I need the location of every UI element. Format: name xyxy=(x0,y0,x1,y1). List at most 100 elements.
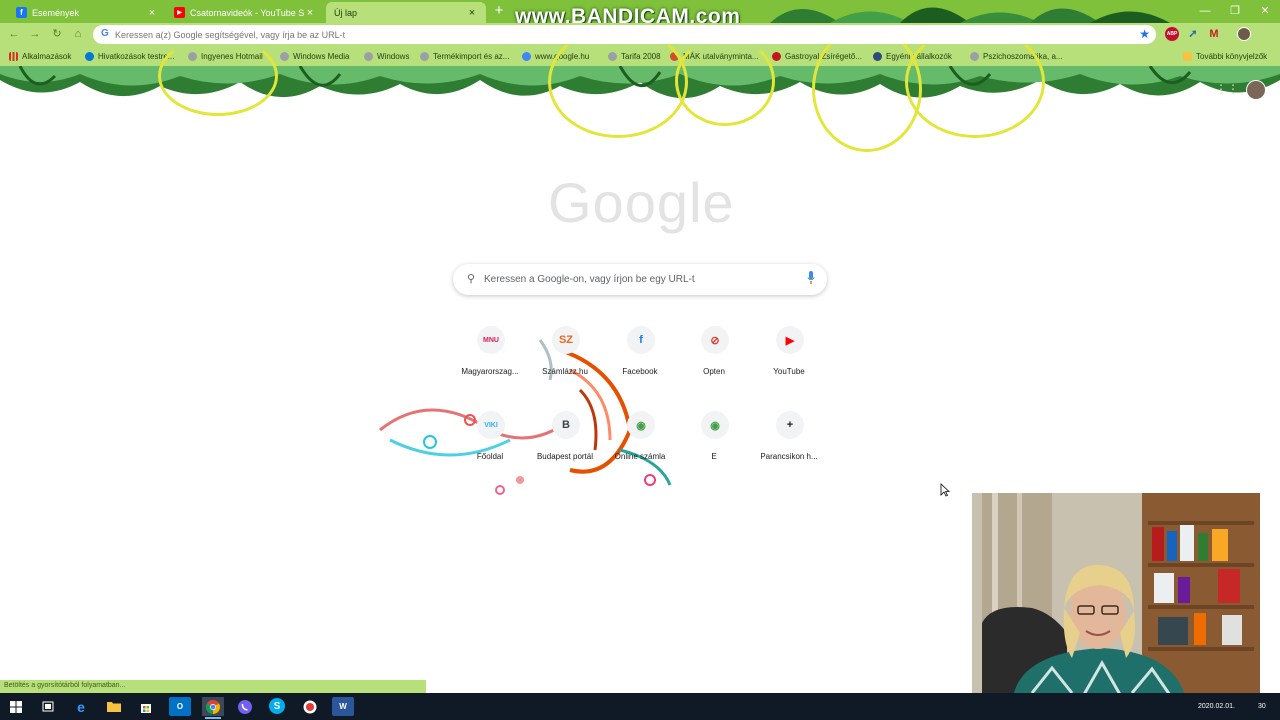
close-window-button[interactable]: ✕ xyxy=(1250,2,1280,20)
gmail-icon[interactable]: M xyxy=(1207,27,1221,41)
youtube-icon: ▶ xyxy=(174,7,185,18)
bookmark-favicon-icon xyxy=(522,51,531,61)
shortcut-tile[interactable]: VIKI Főoldal xyxy=(453,411,527,477)
facebook-icon: f xyxy=(627,326,655,354)
bookmark-star-icon[interactable]: ★ xyxy=(1139,27,1150,41)
shortcut-tile[interactable]: B Budapest portál xyxy=(528,411,602,477)
bookmark-item[interactable]: Windows Media xyxy=(280,49,349,63)
chrome-icon[interactable] xyxy=(202,697,224,719)
taskbar-clock-time[interactable]: 30 xyxy=(1258,703,1266,710)
close-icon[interactable]: × xyxy=(304,7,316,19)
add-shortcut-icon: + xyxy=(776,411,804,439)
profile-avatar-icon[interactable] xyxy=(1237,27,1251,41)
tab-title: Események xyxy=(32,7,80,18)
shortcut-tile[interactable]: ⊘ Opten xyxy=(677,326,751,392)
tab-title: Új lap xyxy=(334,7,358,18)
taskbar-clock-date[interactable]: 2020.02.01. xyxy=(1198,703,1235,710)
bookmark-favicon-icon xyxy=(772,51,781,61)
e-icon: ◉ xyxy=(701,411,729,439)
adblock-icon[interactable]: ABP xyxy=(1165,27,1179,41)
bookmark-label: Windows xyxy=(377,51,410,61)
skype-icon[interactable]: S xyxy=(269,698,285,714)
shortcut-tile[interactable]: + Parancsikon h... xyxy=(752,411,826,477)
bookmark-item[interactable]: Termékimport és az... xyxy=(420,49,509,63)
shortcut-label: Főoldal xyxy=(476,452,504,461)
forward-arrow-icon[interactable]: → xyxy=(26,26,44,43)
leaf-decoration xyxy=(770,7,1170,23)
apps-grid-icon[interactable]: ⋮⋮ xyxy=(1215,82,1239,96)
restore-button[interactable]: ❐ xyxy=(1220,2,1250,20)
decor-ring xyxy=(158,36,278,116)
home-icon[interactable]: ⌂ xyxy=(69,26,87,43)
theme-leaf-banner: ⋮⋮ xyxy=(0,26,1280,152)
account-avatar[interactable] xyxy=(1246,80,1266,100)
bookmark-label: Alkalmazások xyxy=(22,51,72,61)
folder-icon xyxy=(1183,51,1192,61)
viber-icon[interactable] xyxy=(234,697,256,716)
reload-icon[interactable]: ↻ xyxy=(48,26,66,43)
shortcut-tile[interactable]: ◉ Online számla xyxy=(603,411,677,477)
shortcut-tile[interactable]: MNU Magyarorszag... xyxy=(453,326,527,392)
mnu-icon: MNU xyxy=(477,326,505,354)
file-explorer-icon[interactable] xyxy=(103,697,125,716)
close-icon[interactable]: × xyxy=(146,7,158,19)
bookmark-favicon-icon xyxy=(85,51,94,61)
facebook-icon: f xyxy=(16,7,27,18)
shortcut-label: Online számla xyxy=(614,452,666,461)
bookmark-favicon-icon xyxy=(420,51,429,61)
shortcut-label: YouTube xyxy=(773,367,805,376)
google-g-icon: G xyxy=(101,28,109,39)
google-logo: Google xyxy=(548,171,735,234)
mouse-cursor-icon xyxy=(940,483,950,497)
extension-arrow-icon[interactable]: ➚ xyxy=(1186,27,1200,41)
close-icon[interactable]: × xyxy=(466,7,478,19)
tab-title: Csatornavideók - YouTube Studio xyxy=(190,7,304,18)
word-icon[interactable]: W xyxy=(332,697,354,716)
shortcut-label: Magyarorszag... xyxy=(461,367,519,376)
decor-ring xyxy=(675,36,775,126)
edge-icon[interactable]: e xyxy=(70,697,92,716)
bandicam-record-icon[interactable] xyxy=(299,697,321,716)
bookmark-other-folder[interactable]: További könyvjelzők xyxy=(1183,49,1267,63)
store-icon[interactable] xyxy=(135,697,157,716)
bookmark-label: Windows Media xyxy=(293,51,350,61)
shortcut-tile[interactable]: SZ Számlázz.hu xyxy=(528,326,602,392)
tab-strip: f Események × ▶ Csatornavideók - YouTube… xyxy=(0,0,1280,28)
szamlazz-icon: SZ xyxy=(552,326,580,354)
tab-esemenyek[interactable]: f Események × xyxy=(8,2,166,23)
viki-icon: VIKI xyxy=(477,411,505,439)
minimize-button[interactable]: — xyxy=(1190,2,1220,20)
windows-taskbar: e O S W 2020.02.01. 30 xyxy=(0,693,1280,720)
shortcut-label: Facebook xyxy=(622,367,658,376)
shortcut-label: Opten xyxy=(703,367,725,376)
decor-ring xyxy=(548,26,688,138)
bookmark-favicon-icon xyxy=(280,51,289,61)
tab-youtube-studio[interactable]: ▶ Csatornavideók - YouTube Studio × xyxy=(166,2,324,23)
bookmark-apps[interactable]: Alkalmazások xyxy=(9,49,71,63)
ntp-search-box[interactable]: ⚲ xyxy=(453,264,827,295)
shortcut-label: E xyxy=(711,452,717,461)
apps-grid-icon xyxy=(9,51,18,61)
search-input[interactable] xyxy=(484,270,794,289)
back-arrow-icon[interactable]: ← xyxy=(5,26,23,43)
opten-icon: ⊘ xyxy=(701,326,729,354)
shortcut-tile[interactable]: ▶ YouTube xyxy=(752,326,826,392)
microphone-icon[interactable] xyxy=(807,271,815,285)
task-view-icon[interactable] xyxy=(37,697,59,716)
bookmark-label: További könyvjelzők xyxy=(1196,51,1268,61)
status-bar: Betöltés a gyorsítótárból folyamatban... xyxy=(0,680,426,693)
shortcut-label: Számlázz.hu xyxy=(542,367,588,376)
shortcut-label: Parancsikon h... xyxy=(760,452,818,461)
windows-start-icon[interactable] xyxy=(5,697,27,716)
webcam-video-image xyxy=(972,493,1260,708)
budapest-portal-icon: B xyxy=(552,411,580,439)
shortcut-tile[interactable]: f Facebook xyxy=(603,326,677,392)
outlook-icon[interactable]: O xyxy=(169,697,191,716)
bookmark-item[interactable]: Windows xyxy=(364,49,409,63)
online-szamla-icon: ◉ xyxy=(627,411,655,439)
shortcut-tile[interactable]: ◉ E xyxy=(677,411,751,477)
search-icon: ⚲ xyxy=(467,273,476,285)
bookmark-favicon-icon xyxy=(364,51,373,61)
new-tab-button[interactable]: + xyxy=(490,2,508,20)
tab-new-tab[interactable]: Új lap × xyxy=(326,2,486,23)
